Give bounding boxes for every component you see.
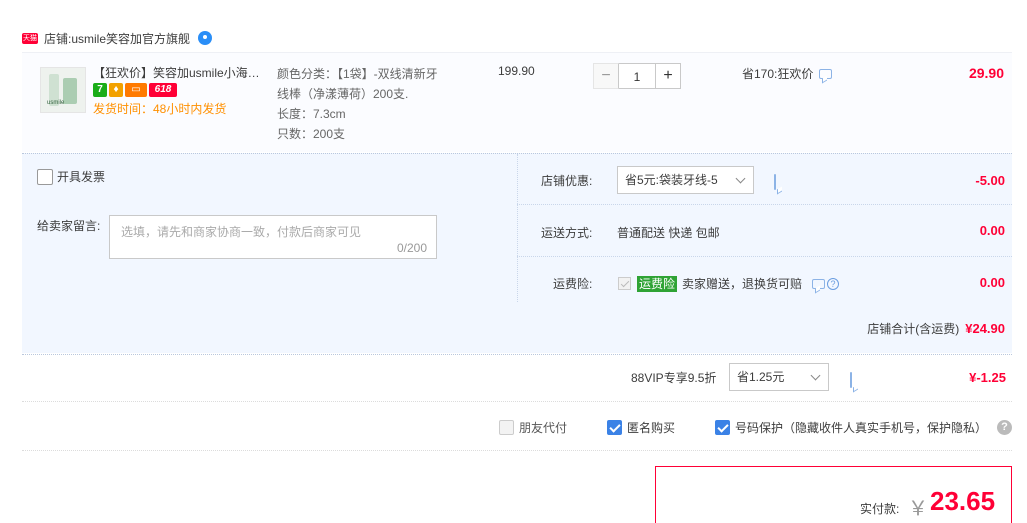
- item-line-total: 29.90: [968, 65, 1004, 81]
- delivery-method: 普通配送 快递 包邮: [617, 226, 720, 240]
- number-protect-label: 号码保护（隐藏收件人真实手机号，保护隐私）: [735, 421, 988, 435]
- sku-line: 只数：200支: [277, 127, 346, 141]
- memo-placeholder: 选填，请先和商家协商一致，付款后商家可见: [121, 225, 362, 239]
- memo-char-count: 0/200: [396, 241, 427, 255]
- vip-discount-select[interactable]: 省1.25元: [729, 363, 829, 391]
- insurance-badge: 运费险: [637, 275, 678, 292]
- payment-amount: 23.65: [930, 486, 996, 516]
- comment-icon[interactable]: [812, 278, 826, 289]
- comment-icon[interactable]: [774, 174, 776, 190]
- insurance-description: 卖家赠送，退换货可赔: [682, 277, 803, 291]
- delivery-label: 运送方式:: [541, 226, 593, 240]
- service-badges: 7 ♦ ▭ 618: [93, 83, 177, 97]
- invoice-checkbox[interactable]: 开具发票: [37, 168, 105, 185]
- sku-line: 颜色分类：【1袋】-双线清新牙: [277, 67, 438, 81]
- product-thumbnail[interactable]: usmile: [40, 67, 86, 113]
- chevron-down-icon: [810, 370, 821, 381]
- vip-label: 88VIP专享9.5折: [631, 371, 717, 385]
- shop-name-link[interactable]: usmile笑容加官方旗舰: [71, 30, 190, 47]
- shop-discount-amount: -5.00: [975, 173, 1005, 188]
- seven-day-return-badge: 7: [93, 83, 107, 97]
- shop-label: 店铺:: [44, 31, 72, 46]
- shop-discount-label: 店铺优惠:: [541, 174, 593, 188]
- vip-discount-row: 88VIP专享9.5折 省1.25元 ¥-1.25: [22, 354, 1012, 402]
- vip-discount-amount: ¥-1.25: [969, 370, 1006, 385]
- quantity-input[interactable]: 1: [619, 63, 655, 89]
- shop-subtotal: 店铺合计(含运费) ¥24.90: [867, 320, 1005, 337]
- decrease-quantity-button[interactable]: −: [593, 63, 619, 89]
- subtotal-label: 店铺合计(含运费): [867, 322, 960, 336]
- invoice-checkbox-box[interactable]: [37, 168, 53, 185]
- sku-line: 线棒（净漾薄荷）200支.: [277, 87, 409, 101]
- comment-icon[interactable]: [850, 372, 852, 388]
- shop-discount-value: 省5元:袋装牙线-5: [625, 173, 718, 187]
- promo-618-badge: 618: [149, 83, 177, 97]
- divider: [517, 256, 1012, 257]
- insurance-amount: 0.00: [979, 275, 1005, 290]
- anonymous-label: 匿名购买: [627, 421, 676, 435]
- shop-header: 天猫 店铺: usmile笑容加官方旗舰: [22, 28, 213, 48]
- saving-note-text: 省170:狂欢价: [742, 67, 814, 81]
- credit-card-badge-icon: ▭: [125, 83, 147, 97]
- insurance-label: 运费险:: [553, 277, 593, 291]
- insurance-checkbox: [618, 277, 631, 290]
- help-icon[interactable]: ?: [827, 277, 840, 290]
- increase-quantity-button[interactable]: +: [655, 63, 681, 89]
- unit-price: 199.90: [498, 64, 535, 78]
- anonymous-box[interactable]: [607, 420, 622, 435]
- shop-discount-select[interactable]: 省5元:袋装牙线-5: [617, 166, 754, 194]
- currency-symbol: ￥: [908, 498, 928, 520]
- quantity-stepper: − 1 +: [593, 63, 681, 89]
- friend-pay-checkbox[interactable]: 朋友代付: [499, 419, 567, 436]
- help-icon[interactable]: ?: [997, 420, 1012, 435]
- subtotal-amount: ¥24.90: [965, 321, 1005, 336]
- payment-summary: 实付款: ￥ 23.65: [655, 466, 1012, 523]
- order-item: usmile 【狂欢价】笑容加usmile小海… 7 ♦ ▭ 618 发货时间：…: [22, 52, 1012, 152]
- thumbnail-brand: usmile: [47, 100, 65, 106]
- divider: [517, 204, 1012, 205]
- anonymous-checkbox[interactable]: 匿名购买: [607, 419, 675, 436]
- seller-memo-input[interactable]: 选填，请先和商家协商一致，付款后商家可见 0/200: [109, 215, 437, 259]
- insurance-row: 运费险 卖家赠送，退换货可赔 ?: [618, 275, 840, 292]
- memo-label: 给卖家留言:: [37, 219, 101, 233]
- payment-label: 实付款:: [860, 502, 900, 516]
- friend-pay-label: 朋友代付: [519, 421, 568, 435]
- friend-pay-box[interactable]: [499, 420, 514, 435]
- options-left: 开具发票 给卖家留言: 选填，请先和商家协商一致，付款后商家可见 0/200: [22, 154, 517, 302]
- chat-icon[interactable]: [198, 31, 213, 45]
- number-protect-checkbox[interactable]: 号码保护（隐藏收件人真实手机号，保护隐私） ?: [715, 419, 1012, 436]
- invoice-label: 开具发票: [57, 170, 106, 184]
- number-protect-box[interactable]: [715, 420, 730, 435]
- chevron-down-icon: [735, 173, 746, 184]
- tmall-badge: 天猫: [22, 32, 38, 44]
- guarantee-badge-icon: ♦: [109, 83, 123, 97]
- sku-line: 长度：7.3cm: [277, 107, 346, 121]
- ship-time: 发货时间：48小时内发货: [93, 102, 227, 116]
- sku-info: 颜色分类：【1袋】-双线清新牙 线棒（净漾薄荷）200支. 长度：7.3cm 只…: [277, 64, 467, 144]
- vip-select-value: 省1.25元: [737, 370, 785, 384]
- saving-note: 省170:狂欢价: [742, 65, 833, 82]
- order-options-panel: 开具发票 给卖家留言: 选填，请先和商家协商一致，付款后商家可见 0/200 店…: [22, 153, 1012, 353]
- product-title-link[interactable]: 【狂欢价】笑容加usmile小海…: [93, 64, 268, 81]
- purchase-options-row: 朋友代付 匿名购买 号码保护（隐藏收件人真实手机号，保护隐私） ?: [22, 403, 1012, 451]
- comment-icon[interactable]: [819, 68, 833, 79]
- delivery-amount: 0.00: [979, 223, 1005, 238]
